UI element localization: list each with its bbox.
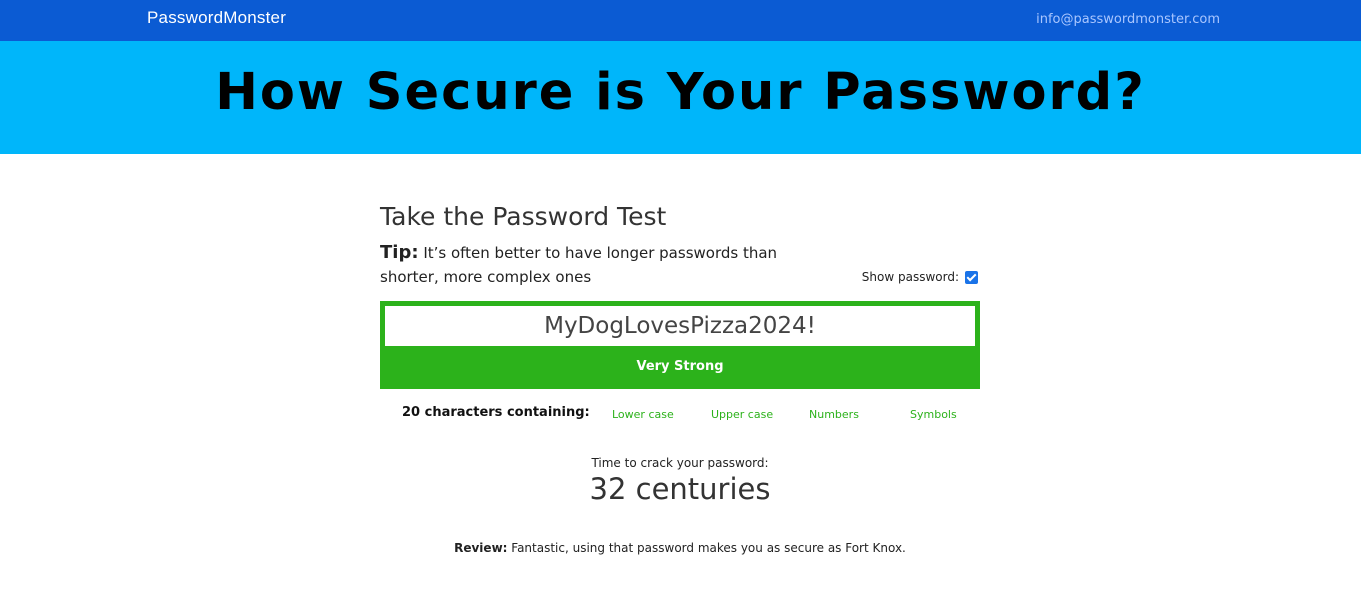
section-title: Take the Password Test: [380, 202, 667, 231]
tip-body: It’s often better to have longer passwor…: [380, 244, 778, 286]
show-password-toggle[interactable]: Show password:: [862, 270, 978, 284]
char-type-uppercase: Upper case: [711, 408, 774, 421]
tip-text: Tip: It’s often better to have longer pa…: [380, 241, 820, 289]
hero-title: How Secure is Your Password?: [215, 63, 1146, 122]
character-count: 20 characters containing:: [402, 405, 590, 420]
show-password-label: Show password:: [861, 270, 959, 284]
password-input[interactable]: [385, 306, 975, 346]
review-label: Review:: [454, 541, 508, 555]
top-navbar: PasswordMonster info@passwordmonster.com: [0, 0, 1361, 41]
password-strength-box: Very Strong: [380, 301, 980, 389]
strength-label: Very Strong: [636, 359, 724, 374]
review-text: Fantastic, using that password makes you…: [511, 541, 906, 555]
character-analysis-row: 20 characters containing: Lower case Upp…: [380, 404, 980, 424]
review-block: Review: Fantastic, using that password m…: [380, 541, 980, 555]
char-type-symbols: Symbols: [910, 408, 957, 421]
brand-logo-link[interactable]: PasswordMonster: [147, 8, 286, 28]
crack-time-label: Time to crack your password:: [591, 456, 769, 470]
crack-time-value: 32 centuries: [589, 472, 771, 506]
contact-email-link[interactable]: info@passwordmonster.com: [1036, 12, 1220, 27]
show-password-checkbox[interactable]: [965, 270, 978, 284]
crack-time-block: Time to crack your password: 32 centurie…: [380, 456, 980, 506]
char-type-numbers: Numbers: [809, 408, 859, 421]
hero-banner: How Secure is Your Password?: [0, 41, 1361, 154]
char-type-lowercase: Lower case: [612, 408, 674, 421]
tip-label: Tip:: [380, 242, 419, 263]
